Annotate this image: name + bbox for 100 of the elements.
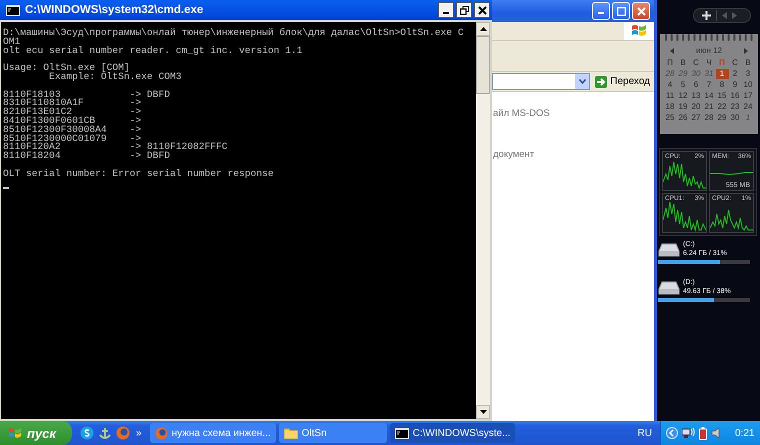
- flag-logo-icon: [8, 426, 22, 440]
- console-line: OM1: [3, 38, 20, 47]
- network-icon[interactable]: [682, 427, 695, 439]
- flag-logo-icon: [631, 24, 647, 38]
- console-line: 8510F12300F30008A4 ->: [3, 126, 142, 135]
- calendar-day[interactable]: 26: [676, 113, 690, 123]
- console-line: Example: OltSn.exe COM3: [48, 72, 182, 82]
- close-button[interactable]: [474, 2, 490, 18]
- calendar-day[interactable]: 1: [716, 69, 728, 79]
- calendar-day[interactable]: 20: [690, 102, 702, 112]
- language-indicator[interactable]: RU: [638, 428, 652, 438]
- taskbar-button[interactable]: C:\WINDOWS\syste...: [390, 423, 516, 443]
- calendar-day[interactable]: 9: [728, 80, 742, 90]
- calendar-day[interactable]: 29: [716, 113, 728, 123]
- calendar-day[interactable]: 15: [716, 91, 728, 101]
- hard-drive-icon: [658, 280, 680, 296]
- battery-icon[interactable]: [699, 426, 707, 440]
- month-label: июн 12: [696, 46, 722, 55]
- scroll-down-button[interactable]: [476, 405, 490, 419]
- calendar-day[interactable]: 3: [742, 69, 754, 79]
- clock: 0:21: [735, 428, 754, 438]
- calendar-day[interactable]: 19: [676, 102, 690, 112]
- calendar-day[interactable]: 31: [702, 69, 716, 79]
- calendar-day[interactable]: 12: [676, 91, 690, 101]
- console-line: 8110F120A2 -> 8110F12082FFFC: [3, 143, 229, 152]
- calendar-day[interactable]: 1: [742, 113, 754, 123]
- console-icon: [394, 428, 409, 438]
- maximize-button[interactable]: [612, 2, 630, 20]
- close-icon: [636, 6, 646, 16]
- chevron-down-icon: [578, 79, 586, 84]
- weekday-label: Ч: [705, 58, 713, 68]
- usage-graph-drawing: [710, 172, 753, 175]
- calendar-day[interactable]: 13: [690, 91, 702, 101]
- calendar-day[interactable]: 28: [664, 69, 676, 79]
- calendar-day[interactable]: 24: [742, 102, 754, 112]
- weekday-label: С: [731, 58, 739, 68]
- console-line: 8110F18204 -> DBFD: [3, 152, 171, 161]
- close-icon: [478, 6, 486, 14]
- calendar-day[interactable]: 22: [716, 102, 728, 112]
- calendar-day[interactable]: 8: [716, 80, 728, 90]
- calendar-day[interactable]: 14: [702, 91, 716, 101]
- scroll-thumb[interactable]: [476, 36, 490, 94]
- calendar-day[interactable]: 4: [664, 80, 676, 90]
- calendar-day[interactable]: 17: [742, 91, 754, 101]
- calendar-day[interactable]: 29: [676, 69, 690, 79]
- usage-graph-drawing: [663, 202, 706, 232]
- console-line: 8310F110810A1F ->: [3, 99, 142, 108]
- calendar-day[interactable]: 16: [728, 91, 742, 101]
- calendar-day[interactable]: 23: [728, 102, 742, 112]
- start-button[interactable]: пуск: [0, 421, 72, 445]
- triangle-down-icon: [480, 410, 486, 414]
- maximize-icon: [616, 6, 626, 16]
- plus-icon[interactable]: [702, 11, 711, 20]
- console-line: 8410F1300F0601CB ->: [3, 116, 142, 126]
- console-line: 8510F1230000C01079 ->: [3, 134, 142, 144]
- chevron-left-icon[interactable]: [666, 427, 678, 439]
- calendar-day[interactable]: 2: [728, 69, 742, 79]
- anchor-icon[interactable]: [98, 426, 112, 440]
- hard-drive-icon: [658, 242, 680, 258]
- calendar-day[interactable]: 7: [702, 80, 716, 90]
- taskbar-button[interactable]: OltSn: [278, 423, 387, 443]
- calendar-day[interactable]: 5: [676, 80, 690, 90]
- calendar-day[interactable]: 27: [690, 113, 702, 123]
- calendar-day[interactable]: 11: [664, 91, 676, 101]
- weekday-label: С: [692, 58, 700, 68]
- weekday-label: В: [679, 58, 687, 68]
- console-line: D:\машины\Эсуд\программы\онлай тюнер\инженерный блок\для далас\OltSn>OltSn.exe C: [3, 29, 465, 38]
- globe-icon: [154, 426, 168, 440]
- next-month-icon[interactable]: [744, 48, 748, 54]
- restore-button[interactable]: [456, 2, 472, 18]
- calendar-day[interactable]: 28: [702, 113, 716, 123]
- window-title: C:\WINDOWS\system32\cmd.exe: [25, 4, 204, 16]
- text-cursor-icon: [3, 187, 9, 190]
- weekday-label: П: [666, 58, 674, 68]
- triangle-up-icon: [480, 27, 486, 31]
- scroll-up-button[interactable]: [476, 22, 490, 36]
- calendar-day[interactable]: 30: [690, 69, 702, 79]
- calendar-day[interactable]: 21: [702, 102, 716, 112]
- more-button[interactable]: »: [136, 428, 142, 438]
- calendar-day[interactable]: 6: [690, 80, 702, 90]
- minimize-button[interactable]: [438, 2, 454, 18]
- calendar-day[interactable]: 18: [664, 102, 676, 112]
- calendar-day[interactable]: 30: [728, 113, 742, 123]
- calendar-day[interactable]: 25: [664, 113, 676, 123]
- restore-icon: [460, 6, 468, 14]
- address-field[interactable]: [492, 73, 590, 90]
- console-icon: [6, 4, 20, 16]
- scrollbar[interactable]: [476, 22, 490, 419]
- weekday-label: П: [718, 58, 726, 68]
- weekday-label: В: [744, 58, 752, 68]
- console-line: 8110F18103 -> DBFD: [3, 90, 171, 100]
- console-line: OLT serial number: Error serial number response: [3, 170, 275, 179]
- taskbar-button[interactable]: нужна схема инжен...: [150, 423, 276, 443]
- chat-app-icon[interactable]: [80, 426, 94, 440]
- previous-month-icon[interactable]: [670, 48, 674, 54]
- folder-icon: [284, 427, 298, 439]
- arrow-right-icon: [595, 76, 608, 88]
- calendar-day[interactable]: 10: [742, 80, 754, 90]
- console-line: 8210F13E01C2 ->: [3, 108, 142, 117]
- dropdown-button[interactable]: [575, 74, 590, 89]
